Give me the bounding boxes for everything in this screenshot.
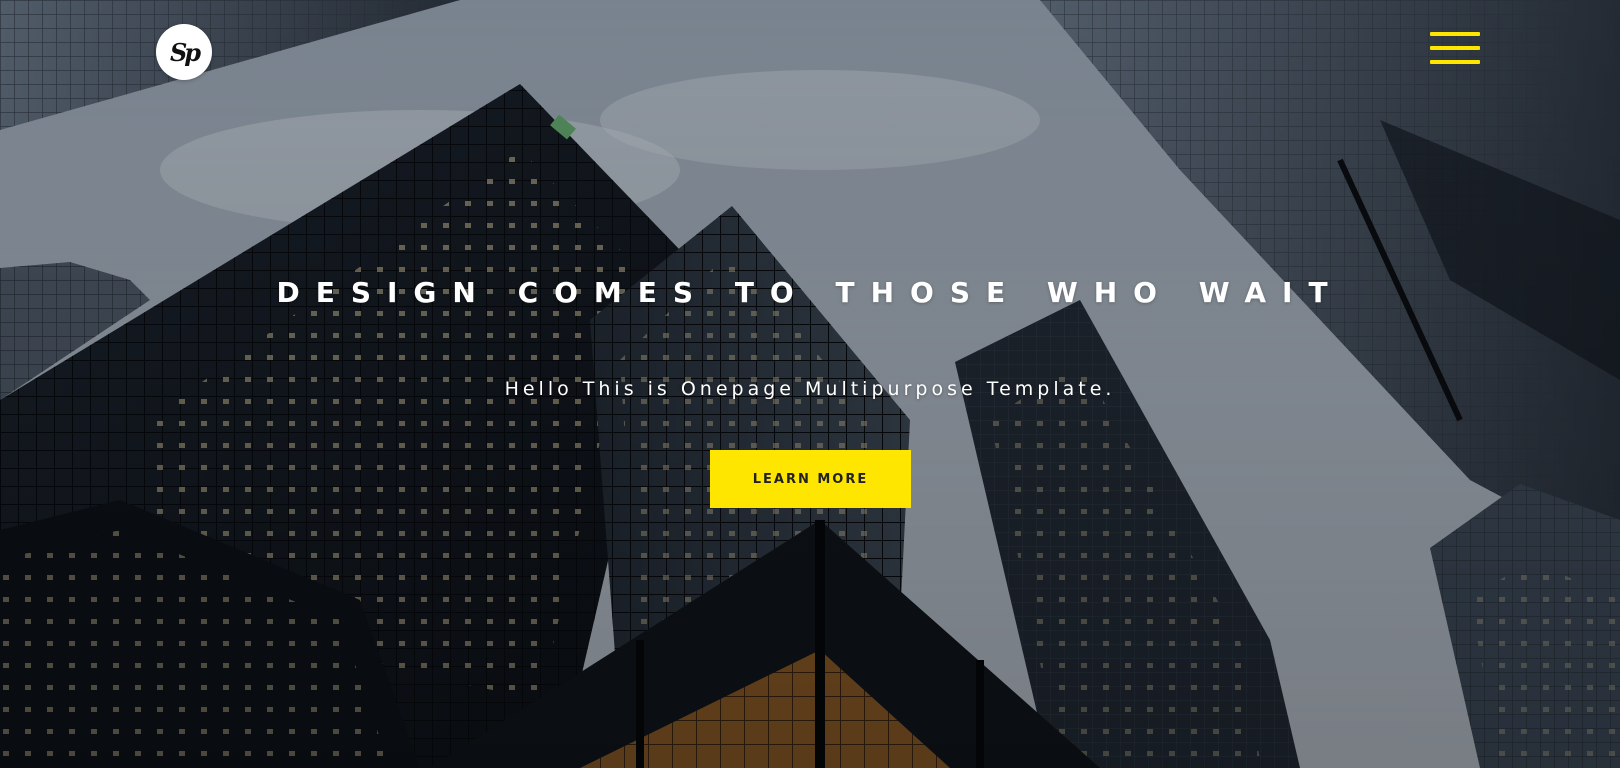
hero-subheadline: Hello This is Onepage Multipurpose Templ…	[504, 378, 1116, 400]
menu-bar-bottom	[1430, 60, 1480, 64]
menu-bar-top	[1430, 32, 1480, 36]
site-logo[interactable]: Sp	[156, 24, 212, 80]
learn-more-button[interactable]: LEARN MORE	[710, 450, 911, 508]
logo-text: Sp	[169, 37, 201, 67]
hero-headline: DESIGN COMES TO THOSE WHO WAIT	[276, 276, 1344, 309]
hamburger-menu-icon[interactable]	[1430, 32, 1480, 66]
menu-bar-middle	[1430, 46, 1480, 50]
hero-section: Sp DESIGN COMES TO THOSE WHO WAIT Hello …	[0, 0, 1620, 768]
